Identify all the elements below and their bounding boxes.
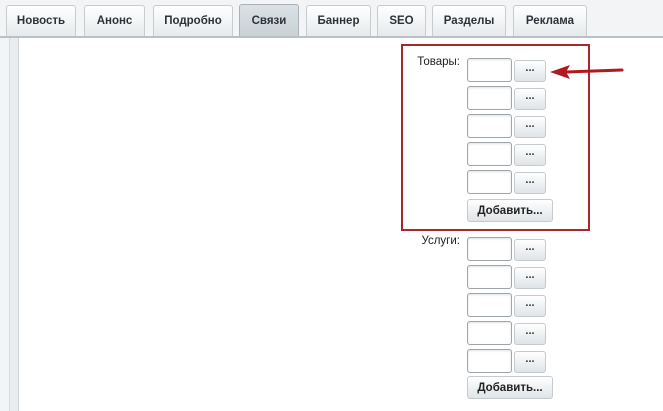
tab-announce[interactable]: Анонс (84, 5, 145, 36)
services-select-button-2[interactable]: ... (514, 267, 546, 289)
services-input-5[interactable] (467, 349, 512, 373)
tab-links[interactable]: Связи (239, 4, 299, 37)
services-add-button[interactable]: Добавить... (467, 376, 553, 399)
services-input-3[interactable] (467, 293, 512, 317)
services-input-2[interactable] (467, 265, 512, 289)
services-label: Услуги: (421, 235, 460, 247)
annotation-arrow-icon (550, 65, 624, 79)
services-select-button-1[interactable]: ... (514, 239, 546, 261)
tab-ads[interactable]: Реклама (513, 5, 587, 36)
tab-banner[interactable]: Баннер (306, 5, 371, 36)
services-select-button-5[interactable]: ... (514, 351, 546, 373)
services-input-4[interactable] (467, 321, 512, 345)
panel-left-border (9, 38, 18, 411)
tab-details[interactable]: Подробно (153, 5, 233, 36)
services-input-1[interactable] (467, 237, 512, 261)
tab-seo[interactable]: SEO (377, 5, 426, 36)
tab-bar: Новость Анонс Подробно Связи Баннер SEO … (0, 0, 663, 38)
services-select-button-4[interactable]: ... (514, 323, 546, 345)
tab-sections[interactable]: Разделы (432, 5, 506, 36)
services-select-button-3[interactable]: ... (514, 295, 546, 317)
tab-news[interactable]: Новость (6, 5, 76, 36)
